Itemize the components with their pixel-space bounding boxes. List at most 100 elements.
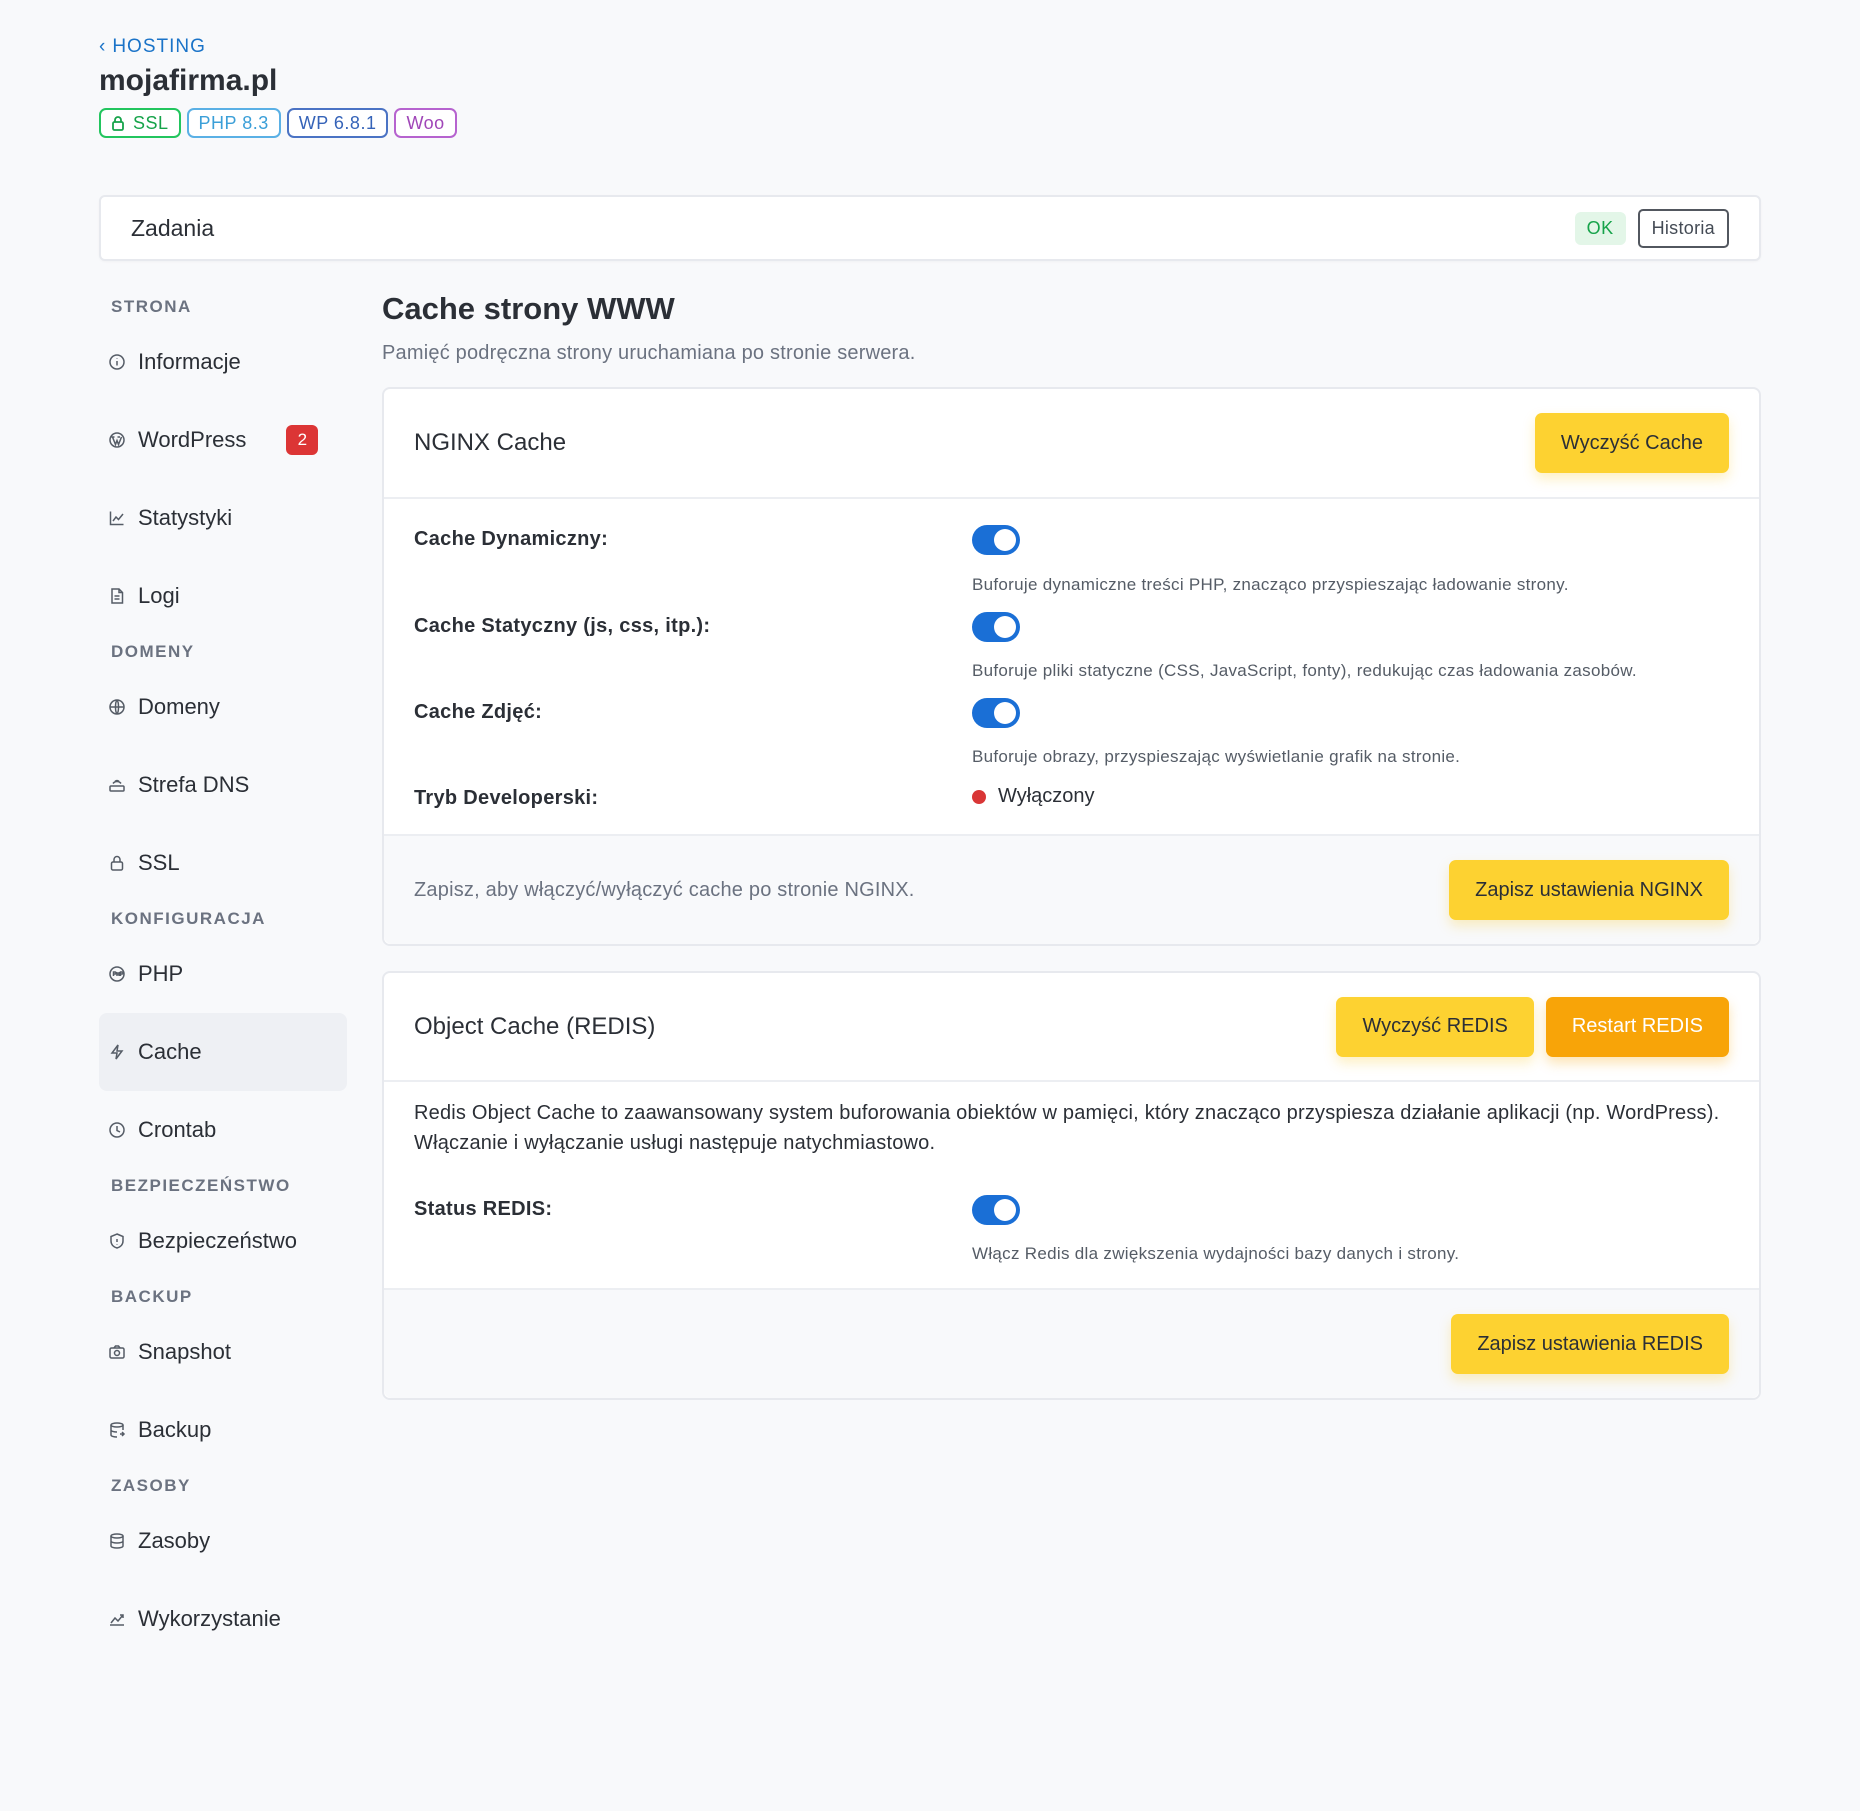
database-backup-icon (108, 1421, 126, 1439)
nginx-card-footer: Zapisz, aby włączyć/wyłączyć cache po st… (384, 834, 1759, 944)
sidebar-item-backup[interactable]: Backup (99, 1391, 347, 1469)
lock-icon (108, 854, 126, 872)
redis-card-footer: Zapisz ustawienia REDIS (384, 1288, 1759, 1398)
redis-description: Redis Object Cache to zaawansowany syste… (414, 1102, 1720, 1154)
dynamic-cache-label: Cache Dynamiczny: (414, 528, 609, 550)
static-cache-description: Buforuje pliki statyczne (CSS, JavaScrip… (972, 661, 1637, 680)
history-button[interactable]: Historia (1637, 208, 1729, 248)
sidebar-item-label: Bezpieczeństwo (138, 1228, 297, 1253)
tasks-title: Zadania (131, 214, 215, 241)
clear-cache-button[interactable]: Wyczyść Cache (1534, 413, 1729, 473)
redis-status-description: Włącz Redis dla zwiększenia wydajności b… (972, 1244, 1460, 1263)
page-subtitle: Pamięć podręczna strony uruchamiana po s… (382, 342, 916, 364)
sidebar-item-informacje[interactable]: Informacje (99, 323, 347, 401)
sidebar-section-konfiguracja: KONFIGURACJA (111, 908, 266, 928)
main-content: Cache strony WWW Pamięć podręczna strony… (382, 290, 1761, 1400)
camera-icon (108, 1343, 126, 1361)
ssl-badge: SSL (99, 108, 181, 138)
dynamic-cache-toggle[interactable] (972, 525, 1020, 555)
sidebar-item-bezpieczenstwo[interactable]: Bezpieczeństwo (99, 1202, 347, 1280)
sidebar-item-label: WordPress (138, 427, 247, 452)
redis-card-header: Object Cache (REDIS) Wyczyść REDIS Resta… (384, 973, 1759, 1082)
globe-icon (108, 698, 126, 716)
page-title: Cache strony WWW (382, 291, 675, 326)
page-header: ‹ HOSTING mojafirma.pl SSL PHP 8.3 WP 6.… (99, 36, 457, 138)
sidebar-item-label: Cache (138, 1039, 202, 1064)
chart-icon (108, 509, 126, 527)
nginx-footer-text: Zapisz, aby włączyć/wyłączyć cache po st… (414, 878, 915, 901)
developer-mode-status-text: Wyłączony (998, 785, 1095, 807)
sidebar-section-domeny: DOMENY (111, 641, 195, 661)
lock-icon (112, 116, 124, 131)
php-badge: PHP 8.3 (186, 108, 281, 138)
restart-redis-button[interactable]: Restart REDIS (1545, 996, 1729, 1057)
image-cache-label: Cache Zdjęć: (414, 701, 543, 723)
redis-card-title: Object Cache (REDIS) (414, 1012, 656, 1040)
sidebar-item-label: Strefa DNS (138, 772, 250, 797)
sidebar-item-wykorzystanie[interactable]: Wykorzystanie (99, 1580, 347, 1658)
sidebar-item-cache[interactable]: Cache (99, 1013, 347, 1091)
tasks-bar: Zadania OK Historia (99, 195, 1761, 261)
database-icon (108, 1532, 126, 1550)
file-icon (108, 587, 126, 605)
ssl-badge-label: SSL (133, 112, 169, 133)
sidebar-item-php[interactable]: PHP (99, 935, 347, 1013)
redis-status-label: Status REDIS: (414, 1198, 553, 1220)
sidebar: STRONA Informacje WordPress 2 Statystyki… (99, 290, 347, 1658)
save-nginx-button[interactable]: Zapisz ustawienia NGINX (1449, 860, 1729, 920)
shield-icon (108, 1232, 126, 1250)
wordpress-count-badge: 2 (286, 425, 319, 455)
php-icon (108, 965, 126, 983)
site-title: mojafirma.pl (99, 64, 278, 97)
sidebar-item-label: Domeny (138, 694, 220, 719)
developer-mode-status: Wyłączony (972, 785, 1095, 808)
sidebar-item-label: Logi (138, 583, 180, 608)
site-badges: SSL PHP 8.3 WP 6.8.1 Woo (99, 108, 457, 138)
sidebar-item-label: PHP (138, 961, 184, 986)
sidebar-section-zasoby: ZASOBY (111, 1475, 191, 1495)
dynamic-cache-description: Buforuje dynamiczne treści PHP, znacząco… (972, 575, 1569, 594)
sidebar-item-label: Wykorzystanie (138, 1606, 281, 1631)
usage-chart-icon (108, 1610, 126, 1628)
sidebar-item-ssl[interactable]: SSL (99, 824, 347, 902)
bolt-icon (108, 1043, 126, 1061)
wp-badge: WP 6.8.1 (286, 108, 389, 138)
chevron-left-icon: ‹ (99, 36, 107, 57)
nginx-card-header: NGINX Cache Wyczyść Cache (384, 389, 1759, 499)
image-cache-toggle[interactable] (972, 698, 1020, 728)
router-icon (108, 776, 126, 794)
sidebar-item-label: Backup (138, 1417, 212, 1442)
nginx-cache-card: NGINX Cache Wyczyść Cache Cache Dynamicz… (382, 387, 1761, 946)
sidebar-item-zasoby[interactable]: Zasoby (99, 1502, 347, 1580)
nginx-card-title: NGINX Cache (414, 429, 567, 456)
clock-icon (108, 1121, 126, 1139)
sidebar-item-label: Informacje (138, 349, 241, 374)
redis-cache-card: Object Cache (REDIS) Wyczyść REDIS Resta… (382, 971, 1761, 1400)
info-icon (108, 353, 126, 371)
back-link-label: HOSTING (112, 36, 206, 57)
sidebar-item-statystyki[interactable]: Statystyki (99, 479, 347, 557)
static-cache-label: Cache Statyczny (js, css, itp.): (414, 615, 711, 637)
redis-status-toggle[interactable] (972, 1195, 1020, 1225)
sidebar-item-logi[interactable]: Logi (99, 557, 347, 635)
redis-actions: Wyczyść REDIS Restart REDIS (1336, 996, 1729, 1057)
sidebar-item-label: Snapshot (138, 1339, 231, 1364)
status-dot-icon (972, 789, 986, 804)
woo-badge: Woo (394, 108, 457, 138)
image-cache-description: Buforuje obrazy, przyspieszając wyświetl… (972, 747, 1461, 766)
sidebar-item-label: Zasoby (138, 1528, 211, 1553)
sidebar-item-crontab[interactable]: Crontab (99, 1091, 347, 1169)
sidebar-item-label: Crontab (138, 1117, 217, 1142)
wordpress-icon (108, 431, 126, 449)
back-link[interactable]: ‹ HOSTING (99, 36, 457, 58)
sidebar-item-label: Statystyki (138, 505, 233, 530)
sidebar-item-dns[interactable]: Strefa DNS (99, 746, 347, 824)
sidebar-section-backup: BACKUP (111, 1286, 193, 1306)
save-redis-button[interactable]: Zapisz ustawienia REDIS (1451, 1314, 1729, 1374)
sidebar-item-domeny[interactable]: Domeny (99, 668, 347, 746)
sidebar-section-strona: STRONA (111, 296, 192, 316)
clear-redis-button[interactable]: Wyczyść REDIS (1336, 996, 1534, 1057)
static-cache-toggle[interactable] (972, 612, 1020, 642)
sidebar-item-wordpress[interactable]: WordPress 2 (99, 401, 347, 479)
sidebar-item-snapshot[interactable]: Snapshot (99, 1313, 347, 1391)
